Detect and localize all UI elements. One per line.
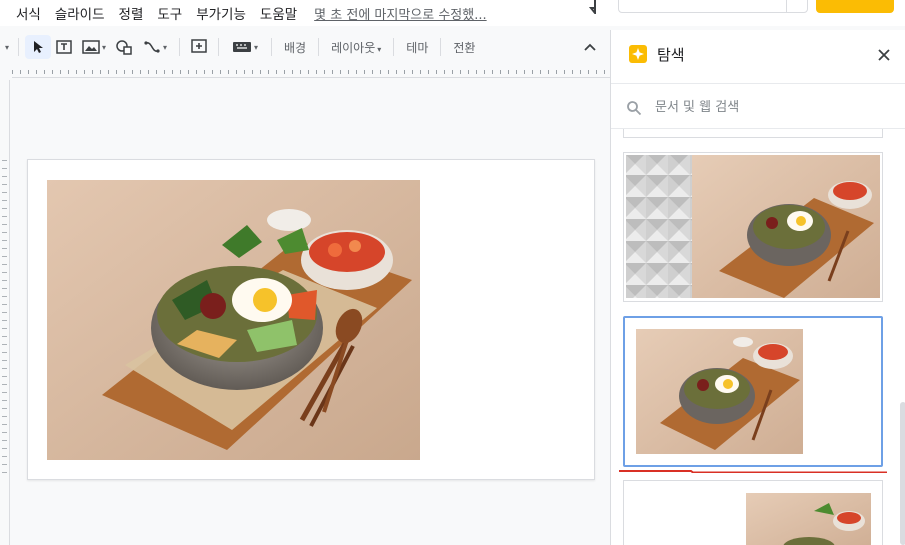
last-edit-link[interactable]: 몇 초 전에 마지막으로 수정했...	[314, 4, 486, 23]
explore-icon	[629, 45, 647, 63]
theme-button[interactable]: 테마	[400, 39, 434, 56]
bibimbap-photo[interactable]	[47, 180, 420, 460]
explore-panel-title: 탐색	[657, 46, 685, 64]
layout-suggestion-card[interactable]	[623, 129, 883, 138]
layout-label: 레이아웃	[331, 40, 376, 55]
search-input[interactable]	[655, 97, 875, 117]
menu-addons[interactable]: 부가기능	[189, 3, 253, 23]
toolbar-divider	[18, 38, 19, 56]
vertical-ruler-ticks	[2, 160, 7, 480]
layout-button[interactable]: 레이아웃 ▾	[325, 39, 387, 56]
line-tool-icon[interactable]: ▾	[137, 35, 173, 59]
photo-layout-preview	[636, 329, 803, 454]
shape-tool-icon[interactable]	[111, 35, 137, 59]
menu-arrange[interactable]: 정렬	[112, 3, 151, 23]
share-button[interactable]	[816, 0, 894, 13]
panel-scrollbar[interactable]	[900, 402, 905, 545]
layout-suggestion-card-selected[interactable]	[623, 316, 883, 467]
textbox-tool-icon[interactable]	[51, 35, 77, 59]
menu-format[interactable]: 서식	[0, 3, 48, 23]
menu-bar: 서식 슬라이드 정렬 도구 부가기능 도움말 몇 초 전에 마지막으로 수정했.…	[0, 0, 610, 26]
header-actions	[575, 0, 905, 26]
toolbar-divider	[393, 38, 395, 56]
explore-search	[611, 86, 905, 129]
transition-button[interactable]: 전환	[447, 39, 481, 56]
present-dropdown-divider	[786, 0, 787, 12]
photo-right-layout-preview	[746, 493, 871, 545]
toolbar-divider	[318, 38, 320, 56]
collapse-toolbar-icon[interactable]	[580, 35, 600, 59]
search-icon	[627, 101, 642, 116]
select-tool-icon[interactable]	[25, 35, 51, 59]
horizontal-ruler[interactable]	[12, 66, 610, 78]
slide-canvas[interactable]	[27, 159, 595, 480]
insert-image-icon[interactable]: ▾	[77, 35, 111, 59]
menu-slide[interactable]: 슬라이드	[48, 3, 112, 23]
toolbar-divider	[271, 38, 272, 56]
spellcheck-underline	[619, 470, 887, 473]
add-comment-icon[interactable]	[186, 35, 212, 59]
layout-suggestion-card[interactable]	[623, 480, 883, 545]
menu-tools[interactable]: 도구	[150, 3, 189, 23]
menu-help[interactable]: 도움말	[253, 3, 304, 23]
present-button[interactable]	[618, 0, 808, 13]
close-icon[interactable]	[876, 47, 892, 63]
toolbar-divider	[179, 38, 180, 56]
explore-panel: 탐색	[610, 30, 905, 545]
toolbar-divider	[440, 38, 442, 56]
layout-suggestion-card[interactable]	[623, 152, 883, 302]
more-dropdown-icon[interactable]: ▾	[0, 35, 12, 59]
toolbar: ▾ ▾ ▾ ▾ 배경 레이아웃 ▾ 테마 전환	[0, 32, 610, 62]
pattern-layout-preview	[626, 155, 880, 298]
input-tools-icon[interactable]: ▾	[225, 35, 265, 59]
explore-panel-header: 탐색	[611, 30, 905, 84]
background-button[interactable]: 배경	[278, 39, 312, 56]
comment-icon[interactable]	[577, 0, 597, 14]
toolbar-divider	[218, 38, 219, 56]
